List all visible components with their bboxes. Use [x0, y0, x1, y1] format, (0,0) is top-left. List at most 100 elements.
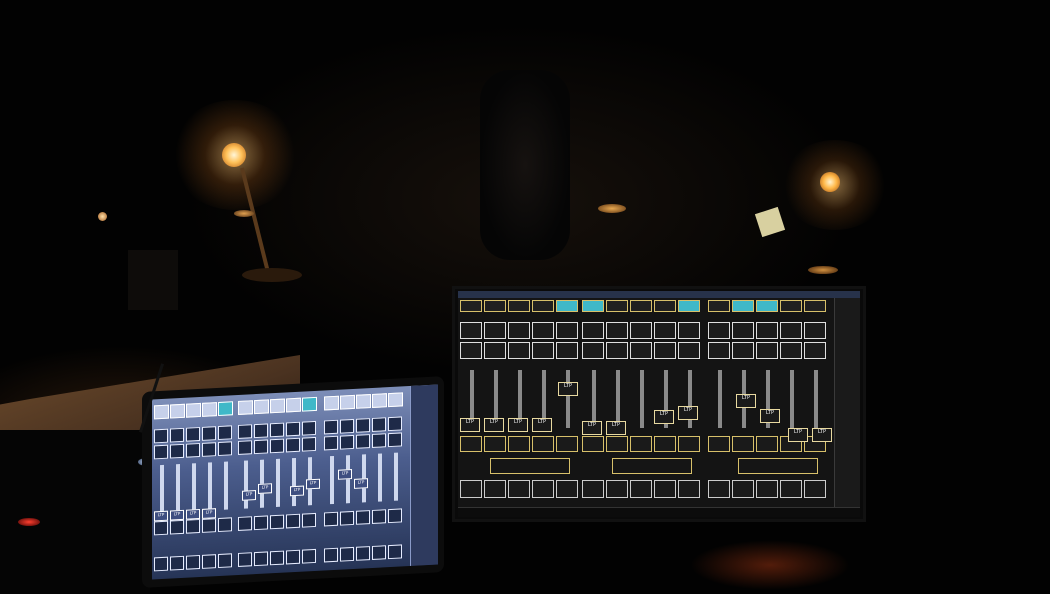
flash-button[interactable]: [732, 436, 754, 452]
fixture-header-cell[interactable]: [678, 300, 700, 312]
preset-button[interactable]: [484, 342, 506, 359]
flash-button[interactable]: [302, 512, 316, 528]
flash-button[interactable]: [582, 436, 604, 452]
preset-button[interactable]: [254, 423, 268, 439]
playback-button[interactable]: [756, 480, 778, 498]
preset-button[interactable]: [372, 433, 386, 448]
playback-button[interactable]: [154, 556, 168, 572]
preset-button[interactable]: [202, 442, 216, 457]
fader-track[interactable]: [640, 370, 644, 428]
fader-track[interactable]: [160, 464, 164, 514]
preset-button[interactable]: [340, 418, 354, 434]
flash-button[interactable]: [254, 515, 268, 531]
preset-button[interactable]: [270, 438, 284, 454]
flash-button[interactable]: [154, 520, 168, 536]
preset-button[interactable]: [654, 322, 676, 339]
flash-button[interactable]: [630, 436, 652, 452]
playback-button[interactable]: [324, 547, 338, 563]
flash-button[interactable]: [606, 436, 628, 452]
fixture-header-cell[interactable]: [756, 300, 778, 312]
playback-button[interactable]: [202, 554, 216, 569]
fader-track[interactable]: [244, 460, 248, 509]
preset-button[interactable]: [286, 421, 300, 437]
preset-button[interactable]: [372, 417, 386, 432]
preset-button[interactable]: [388, 416, 402, 432]
preset-button[interactable]: [302, 420, 316, 436]
flash-button[interactable]: [170, 519, 184, 535]
fader-track[interactable]: [616, 370, 620, 428]
fixture-header-cell[interactable]: [654, 300, 676, 312]
fixture-header-cell[interactable]: [708, 300, 730, 312]
preset-button[interactable]: [460, 342, 482, 359]
flash-button[interactable]: [218, 517, 232, 533]
preset-button[interactable]: [804, 322, 826, 339]
playback-button[interactable]: [388, 544, 402, 560]
flash-button[interactable]: [484, 436, 506, 452]
preset-button[interactable]: [654, 342, 676, 359]
flash-button[interactable]: [238, 516, 252, 531]
preset-button[interactable]: [270, 422, 284, 438]
fixture-header-cell[interactable]: [238, 400, 253, 415]
playback-button[interactable]: [270, 550, 284, 566]
playback-button[interactable]: [254, 551, 268, 567]
fixture-header-cell[interactable]: [732, 300, 754, 312]
playback-button[interactable]: [732, 480, 754, 498]
preset-button[interactable]: [508, 322, 530, 339]
preset-button[interactable]: [582, 342, 604, 359]
preset-button[interactable]: [186, 426, 200, 442]
preset-button[interactable]: [286, 437, 300, 453]
flash-button[interactable]: [286, 513, 300, 529]
fixture-header-cell[interactable]: [484, 300, 506, 312]
taskbar[interactable]: [458, 507, 860, 517]
playback-button[interactable]: [186, 554, 200, 570]
fixture-header-cell[interactable]: [186, 402, 201, 418]
playback-button[interactable]: [286, 549, 300, 565]
preset-button[interactable]: [356, 418, 370, 433]
preset-button[interactable]: [324, 419, 338, 435]
flash-button[interactable]: [202, 518, 216, 533]
flash-button[interactable]: [756, 436, 778, 452]
playback-button[interactable]: [630, 480, 652, 498]
fixture-header-cell[interactable]: [508, 300, 530, 312]
playback-button[interactable]: [678, 480, 700, 498]
preset-button[interactable]: [154, 428, 168, 444]
flash-button[interactable]: [340, 510, 354, 526]
preset-button[interactable]: [254, 439, 268, 455]
preset-button[interactable]: [170, 443, 184, 459]
preset-button[interactable]: [630, 322, 652, 339]
fixture-header-cell[interactable]: [630, 300, 652, 312]
preset-button[interactable]: [340, 434, 354, 450]
fixture-header-cell[interactable]: [270, 398, 285, 414]
flash-button[interactable]: [388, 508, 402, 524]
fader-track[interactable]: [208, 462, 212, 511]
playback-button[interactable]: [556, 480, 578, 498]
preset-button[interactable]: [708, 322, 730, 339]
preset-button[interactable]: [732, 342, 754, 359]
fixture-header-cell[interactable]: [202, 402, 217, 417]
fader-track[interactable]: [394, 452, 398, 501]
preset-button[interactable]: [630, 342, 652, 359]
fader-track[interactable]: [718, 370, 722, 428]
playback-button[interactable]: [606, 480, 628, 498]
preset-button[interactable]: [556, 342, 578, 359]
preset-button[interactable]: [532, 322, 554, 339]
fader-track[interactable]: [378, 453, 382, 502]
fixture-header-cell[interactable]: [154, 404, 169, 420]
playback-button[interactable]: [238, 552, 252, 567]
fixture-header-cell[interactable]: [556, 300, 578, 312]
preset-button[interactable]: [356, 434, 370, 449]
preset-button[interactable]: [218, 425, 232, 441]
flash-button[interactable]: [508, 436, 530, 452]
fixture-header-cell[interactable]: [254, 399, 269, 415]
preset-button[interactable]: [606, 342, 628, 359]
preset-button[interactable]: [324, 435, 338, 451]
preset-button[interactable]: [154, 444, 168, 460]
flash-button[interactable]: [186, 518, 200, 534]
preset-button[interactable]: [606, 322, 628, 339]
flash-button[interactable]: [372, 509, 386, 524]
preset-button[interactable]: [556, 322, 578, 339]
preset-button[interactable]: [678, 342, 700, 359]
fader-track[interactable]: [192, 463, 196, 512]
playback-button[interactable]: [218, 553, 232, 569]
playback-button[interactable]: [484, 480, 506, 498]
